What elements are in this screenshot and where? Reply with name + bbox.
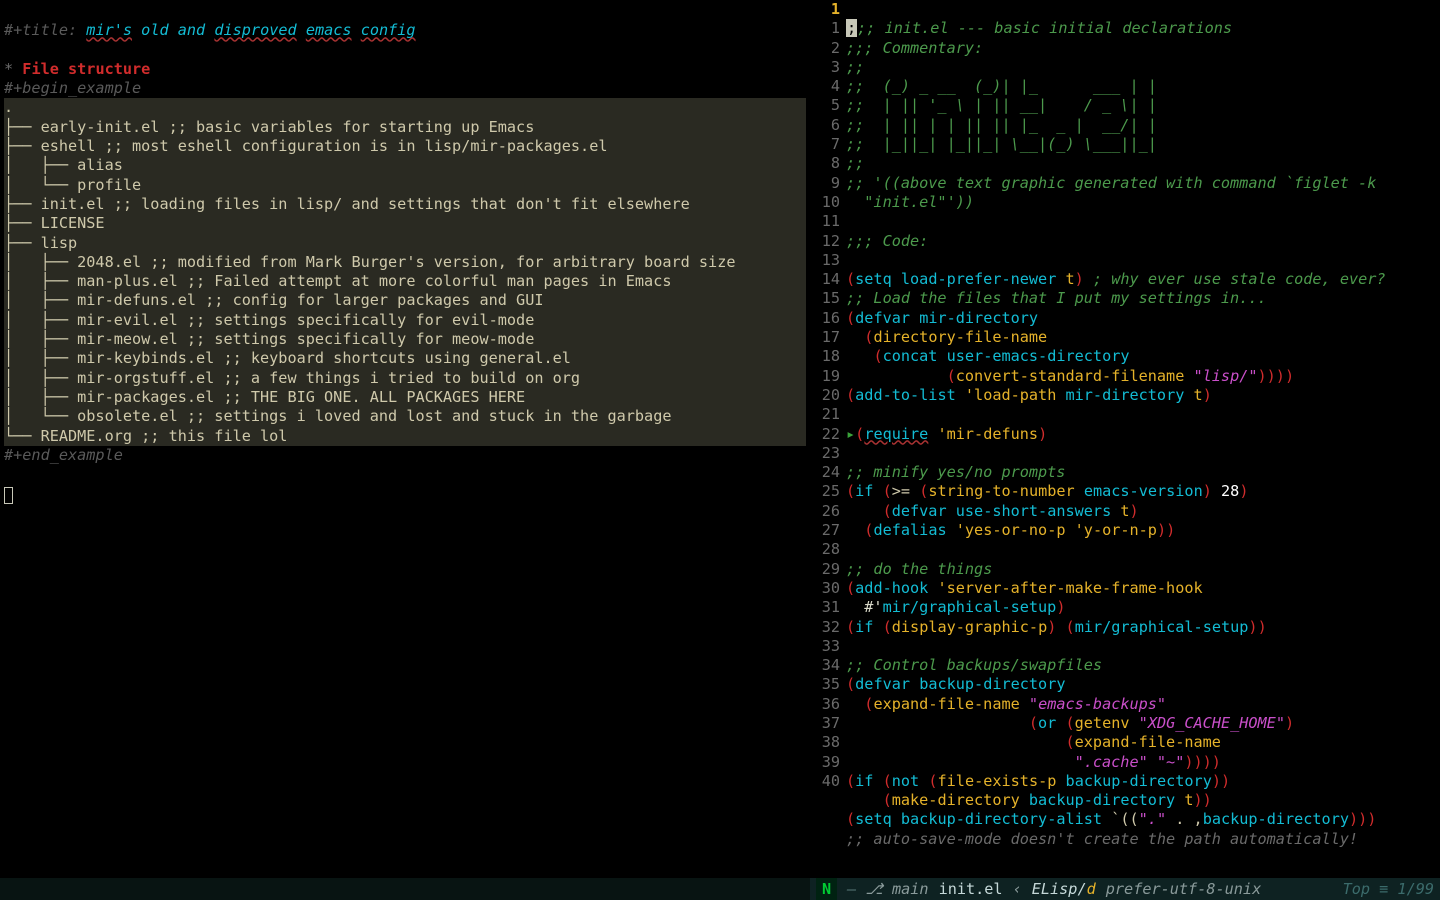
- modeline: N — ⎇ main init.el ‹ ELisp/d prefer-utf-…: [0, 878, 1440, 900]
- source[interactable]: ;;;; init.el --- basic initial declarati…: [846, 0, 1440, 878]
- tree-line: ├── eshell ;; most eshell configuration …: [4, 137, 806, 156]
- gutter-current: 1: [831, 0, 840, 18]
- code-line: [846, 444, 855, 462]
- tree-line: ├── init.el ;; loading files in lisp/ an…: [4, 195, 806, 214]
- gutter: 1 12345678 91011121314151617181920212223…: [810, 0, 846, 878]
- code-line: (setq load-prefer-newer t) ; why ever us…: [846, 270, 1386, 288]
- org-keyword: #+title:: [4, 21, 86, 39]
- tree-line: │ ├── 2048.el ;; modified from Mark Burg…: [4, 253, 806, 272]
- tree-line: .: [4, 98, 806, 117]
- tree-line: │ ├── mir-evil.el ;; settings specifical…: [4, 311, 806, 330]
- title-word: and: [178, 21, 205, 39]
- modeline-left-inactive: [0, 878, 810, 900]
- tree-line: ├── early-init.el ;; basic variables for…: [4, 118, 806, 137]
- code-line: (defvar backup-directory: [846, 675, 1066, 693]
- code-line: (add-to-list 'load-path mir-directory t): [846, 386, 1212, 404]
- begin-example: #+begin_example: [4, 79, 141, 97]
- cursor-indicator: [4, 487, 13, 504]
- code-line: ;; minify yes/no prompts: [846, 463, 1065, 481]
- code-line: ;; | || | | || || |_ _ | __/| |: [846, 116, 1157, 134]
- code-line: [846, 405, 855, 423]
- tree-line: │ ├── mir-defuns.el ;; config for larger…: [4, 291, 806, 310]
- code-line: ;; Load the files that I put my settings…: [846, 289, 1267, 307]
- code-line: (if (not (file-exists-p backup-directory…: [846, 772, 1230, 790]
- code-line: (or (getenv "XDG_CACHE_HOME"): [846, 714, 1294, 732]
- tree-line: │ ├── alias: [4, 156, 806, 175]
- main-split: #+title: mir's old and disproved emacs c…: [0, 0, 1440, 878]
- separator: —: [847, 878, 855, 900]
- code-line: ;;; Code:: [846, 232, 928, 250]
- init-el-pane[interactable]: 1 12345678 91011121314151617181920212223…: [810, 0, 1440, 878]
- tree-line: ├── lisp: [4, 234, 806, 253]
- code-line: (if (display-graphic-p) (mir/graphical-s…: [846, 618, 1267, 636]
- tree-line: │ ├── mir-meow.el ;; settings specifical…: [4, 330, 806, 349]
- buffer-name[interactable]: init.el: [939, 878, 1003, 900]
- chevron-left-icon: ‹: [1013, 878, 1022, 900]
- tree-line: │ ├── man-plus.el ;; Failed attempt at m…: [4, 272, 806, 291]
- code-line: (expand-file-name: [846, 733, 1221, 751]
- code-line: ▸(require 'mir-defuns): [846, 425, 1047, 443]
- code-line: ;; |_||_| |_||_| \__|(_) \___||_|: [846, 135, 1157, 153]
- code-line: (add-hook 'server-after-make-frame-hook …: [846, 579, 1203, 616]
- code-line: (defalias 'yes-or-no-p 'y-or-n-p)): [846, 521, 1175, 539]
- position-indicator: Top ≡ 1/99: [1343, 878, 1434, 900]
- heading-star: *: [4, 60, 22, 78]
- code-line: [846, 637, 855, 655]
- title-word: emacs: [306, 21, 352, 39]
- code-buffer: 1 12345678 91011121314151617181920212223…: [810, 0, 1440, 878]
- emacs-frame: #+title: mir's old and disproved emacs c…: [0, 0, 1440, 900]
- tree-line: │ ├── mir-keybinds.el ;; keyboard shortc…: [4, 349, 806, 368]
- evil-state-indicator: N: [816, 878, 837, 900]
- code-line: (concat user-emacs-directory: [846, 347, 1130, 365]
- title-word: config: [361, 21, 416, 39]
- code-line: ;;: [846, 58, 864, 76]
- vcs-branch[interactable]: ⎇ main: [865, 878, 928, 900]
- org-buffer: #+title: mir's old and disproved emacs c…: [0, 0, 810, 531]
- tree-line: └── README.org ;; this file lol: [4, 427, 806, 446]
- code-line: ;; (_) _ __ (_)| |_ ___ | |: [846, 77, 1157, 95]
- code-line: (defvar mir-directory: [846, 309, 1038, 327]
- modeline-right-active[interactable]: N — ⎇ main init.el ‹ ELisp/d prefer-utf-…: [810, 878, 1440, 900]
- tree-line: │ └── profile: [4, 176, 806, 195]
- code-line: ;; auto-save-mode doesn't create the pat…: [846, 830, 1358, 848]
- code-line: [846, 212, 855, 230]
- code-line: ".cache" "~")))): [846, 753, 1221, 771]
- code-line: (expand-file-name "emacs-backups": [846, 695, 1166, 713]
- title-word: mir's: [86, 21, 132, 39]
- code-line: ;;; Commentary:: [846, 39, 983, 57]
- code-line: (if (>= (string-to-number emacs-version)…: [846, 482, 1248, 500]
- title-word: old: [141, 21, 168, 39]
- code-line: (setq backup-directory-alist `(("." . ,b…: [846, 810, 1376, 828]
- branch-icon: ⎇: [865, 880, 883, 898]
- tree-line: │ ├── mir-packages.el ;; THE BIG ONE. AL…: [4, 388, 806, 407]
- code-line: ;; '((above text graphic generated with …: [846, 174, 1376, 211]
- tree-line: ├── LICENSE: [4, 214, 806, 233]
- code-line: (make-directory backup-directory t)): [846, 791, 1212, 809]
- code-line: [846, 251, 855, 269]
- code-line: [846, 540, 855, 558]
- code-line: ;; Control backups/swapfiles: [846, 656, 1102, 674]
- code-line: (directory-file-name: [846, 328, 1047, 346]
- code-line: (defvar use-short-answers t): [846, 502, 1139, 520]
- readme-pane[interactable]: #+title: mir's old and disproved emacs c…: [0, 0, 810, 878]
- code-line: (convert-standard-filename "lisp/")))): [846, 367, 1294, 385]
- code-line: ;; | || '_ \ | || __| / _ \| |: [846, 96, 1157, 114]
- title-word: disproved: [214, 21, 296, 39]
- code-line: ;;;; init.el --- basic initial declarati…: [846, 19, 1232, 37]
- end-example: #+end_example: [4, 446, 123, 464]
- code-line: ;; do the things: [846, 560, 992, 578]
- code-line: ;;: [846, 154, 864, 172]
- heading-text: File structure: [22, 60, 150, 78]
- tree-line: │ ├── mir-orgstuff.el ;; a few things i …: [4, 369, 806, 388]
- encoding: prefer-utf-8-unix: [1106, 878, 1261, 900]
- tree-line: │ └── obsolete.el ;; settings i loved an…: [4, 407, 806, 426]
- major-mode[interactable]: ELisp/d: [1032, 878, 1096, 900]
